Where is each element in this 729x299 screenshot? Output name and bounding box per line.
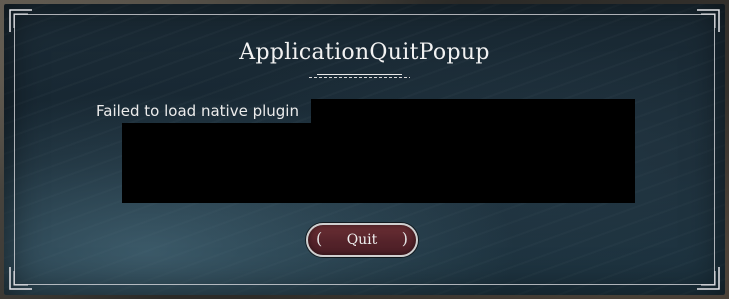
title-divider <box>309 73 410 79</box>
corner-ornament-icon <box>695 265 721 291</box>
redacted-block <box>122 123 635 203</box>
corner-ornament-icon <box>695 8 721 34</box>
quit-button[interactable]: ( Quit ) <box>306 223 418 257</box>
corner-ornament-icon <box>8 265 34 291</box>
quit-button-label: Quit <box>346 232 378 248</box>
error-message: Failed to load native plugin <box>96 102 299 120</box>
redacted-block <box>311 99 635 123</box>
screen: ApplicationQuitPopup Failed to load nati… <box>0 0 729 299</box>
corner-ornament-icon <box>8 8 34 34</box>
bracket-icon: ) <box>401 229 408 248</box>
popup-title: ApplicationQuitPopup <box>239 40 490 65</box>
